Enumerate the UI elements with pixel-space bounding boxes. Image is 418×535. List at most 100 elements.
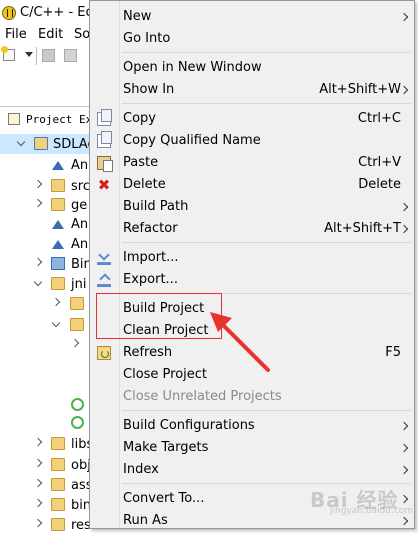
menu-item-show-in[interactable]: Show In Alt+Shift+W (91, 79, 413, 101)
tree-item[interactable]: Bin (0, 254, 100, 274)
submenu-arrow-icon (399, 421, 409, 431)
tree-label: An (71, 237, 89, 252)
menu-item-label: Run As (123, 513, 168, 528)
menu-item-label: Show In (123, 82, 175, 97)
collapsed-icon[interactable] (33, 518, 43, 528)
submenu-arrow-icon (399, 516, 409, 526)
menu-item-label: Close Project (123, 367, 208, 382)
main-toolbar (0, 44, 100, 68)
tree-item[interactable]: An (0, 155, 100, 175)
collapsed-icon[interactable] (33, 437, 43, 447)
tree-item[interactable]: ass (0, 475, 100, 495)
tab-label: Project Ex (26, 113, 93, 126)
menu-item-go-into[interactable]: Go Into (91, 28, 413, 50)
save-all-icon[interactable] (64, 49, 77, 62)
tree-item[interactable]: An (0, 234, 100, 254)
collapsed-icon[interactable] (33, 179, 43, 189)
menu-item-label: Import... (123, 250, 179, 265)
menu-item-label: Make Targets (123, 440, 209, 455)
folder-icon (70, 318, 84, 331)
menu-item-build-configurations[interactable]: Build Configurations (91, 415, 413, 437)
binaries-icon (51, 257, 65, 270)
context-menu: New Go Into Open in New Window Show In A… (89, 0, 415, 529)
menu-item-label: Close Unrelated Projects (123, 389, 282, 404)
menu-item-close-unrelated-projects: Close Unrelated Projects (91, 386, 413, 408)
watermark: Bai 经验 jingyan.baidu.com (300, 478, 413, 518)
menu-item-open-in-new-window[interactable]: Open in New Window (91, 57, 413, 79)
collapsed-icon[interactable] (33, 498, 43, 508)
save-icon[interactable] (42, 49, 55, 62)
tree-item[interactable]: ge (0, 195, 100, 215)
generated-folder-icon (51, 198, 65, 211)
menu-item-shortcut: Alt+Shift+W (319, 82, 401, 97)
collapsed-icon[interactable] (33, 198, 43, 208)
collapsed-icon[interactable] (51, 297, 61, 307)
menu-file[interactable]: File (5, 27, 27, 42)
title-bar: C/C++ - Ecl (0, 0, 100, 26)
folder-icon (70, 297, 84, 310)
tree-item[interactable]: res (0, 515, 100, 535)
copy-icon (97, 109, 112, 126)
tree-label: res (71, 518, 91, 533)
tab-project-explorer[interactable]: Project Ex (6, 110, 100, 130)
tree-item[interactable]: libs (0, 434, 100, 454)
tree-item[interactable]: obj (0, 455, 100, 475)
menu-item-label: New (123, 9, 152, 24)
collapsed-icon[interactable] (70, 338, 80, 348)
menu-item-label: Copy (123, 111, 156, 126)
menu-source[interactable]: So (74, 27, 90, 42)
submenu-arrow-icon (399, 12, 409, 22)
folder-icon (51, 277, 65, 290)
submenu-arrow-icon (399, 224, 409, 234)
menu-separator (122, 52, 411, 53)
collapsed-icon[interactable] (33, 257, 43, 267)
expanded-icon[interactable] (51, 318, 61, 328)
menu-item-delete[interactable]: ✖ Delete Delete (91, 174, 413, 196)
collapsed-icon[interactable] (33, 458, 43, 468)
tree-label: src (71, 179, 90, 194)
collapsed-icon[interactable] (33, 478, 43, 488)
tree-item[interactable]: An (0, 214, 100, 234)
menu-item-copy-qualified-name[interactable]: Copy Qualified Name (91, 130, 413, 152)
tree-item[interactable] (0, 294, 100, 314)
menu-item-shortcut: Alt+Shift+T (324, 221, 401, 236)
submenu-arrow-icon (399, 443, 409, 453)
window-title: C/C++ - Ecl (20, 5, 97, 20)
menu-item-label: Copy Qualified Name (123, 133, 261, 148)
tree-item[interactable]: bin (0, 495, 100, 515)
copy-icon (97, 131, 112, 148)
tree-label: ge (71, 198, 88, 213)
menu-separator (122, 103, 411, 104)
eclipse-app-icon (2, 6, 16, 20)
menu-item-build-path[interactable]: Build Path (91, 196, 413, 218)
paste-icon (97, 156, 113, 172)
source-file-icon[interactable] (71, 398, 84, 411)
menu-item-import[interactable]: Import... (91, 247, 413, 269)
tree-label: An (71, 158, 89, 173)
menu-item-new[interactable]: New (91, 6, 413, 28)
menu-item-make-targets[interactable]: Make Targets (91, 437, 413, 459)
tree-item[interactable]: jni (0, 274, 100, 294)
menu-item-shortcut: Delete (358, 177, 401, 192)
source-file-icon[interactable] (71, 416, 84, 429)
menu-item-label: Index (123, 462, 159, 477)
tree-item[interactable]: src (0, 176, 100, 196)
eclipse-window: C/C++ - Ecl File Edit So Project Ex SDLA… (0, 0, 418, 533)
menu-item-export[interactable]: Export... (91, 269, 413, 291)
tree-item-project[interactable]: SDLAc (0, 134, 100, 154)
new-file-icon[interactable] (1, 46, 15, 61)
menu-edit[interactable]: Edit (38, 27, 63, 42)
project-explorer: Project Ex SDLAc An src ge An An Bin jni… (0, 106, 100, 533)
expanded-icon[interactable] (33, 277, 43, 287)
folder-icon (51, 478, 65, 491)
dropdown-arrow-icon[interactable] (25, 52, 33, 57)
tree-item[interactable] (0, 315, 100, 335)
menu-item-refactor[interactable]: Refactor Alt+Shift+T (91, 218, 413, 240)
menu-item-copy[interactable]: Copy Ctrl+C (91, 108, 413, 130)
project-explorer-icon (8, 113, 20, 125)
tree-item[interactable] (0, 335, 100, 355)
tree-label: An (71, 217, 89, 232)
expanded-icon[interactable] (16, 137, 26, 147)
menu-item-label: Open in New Window (123, 60, 262, 75)
menu-item-paste[interactable]: Paste Ctrl+V (91, 152, 413, 174)
